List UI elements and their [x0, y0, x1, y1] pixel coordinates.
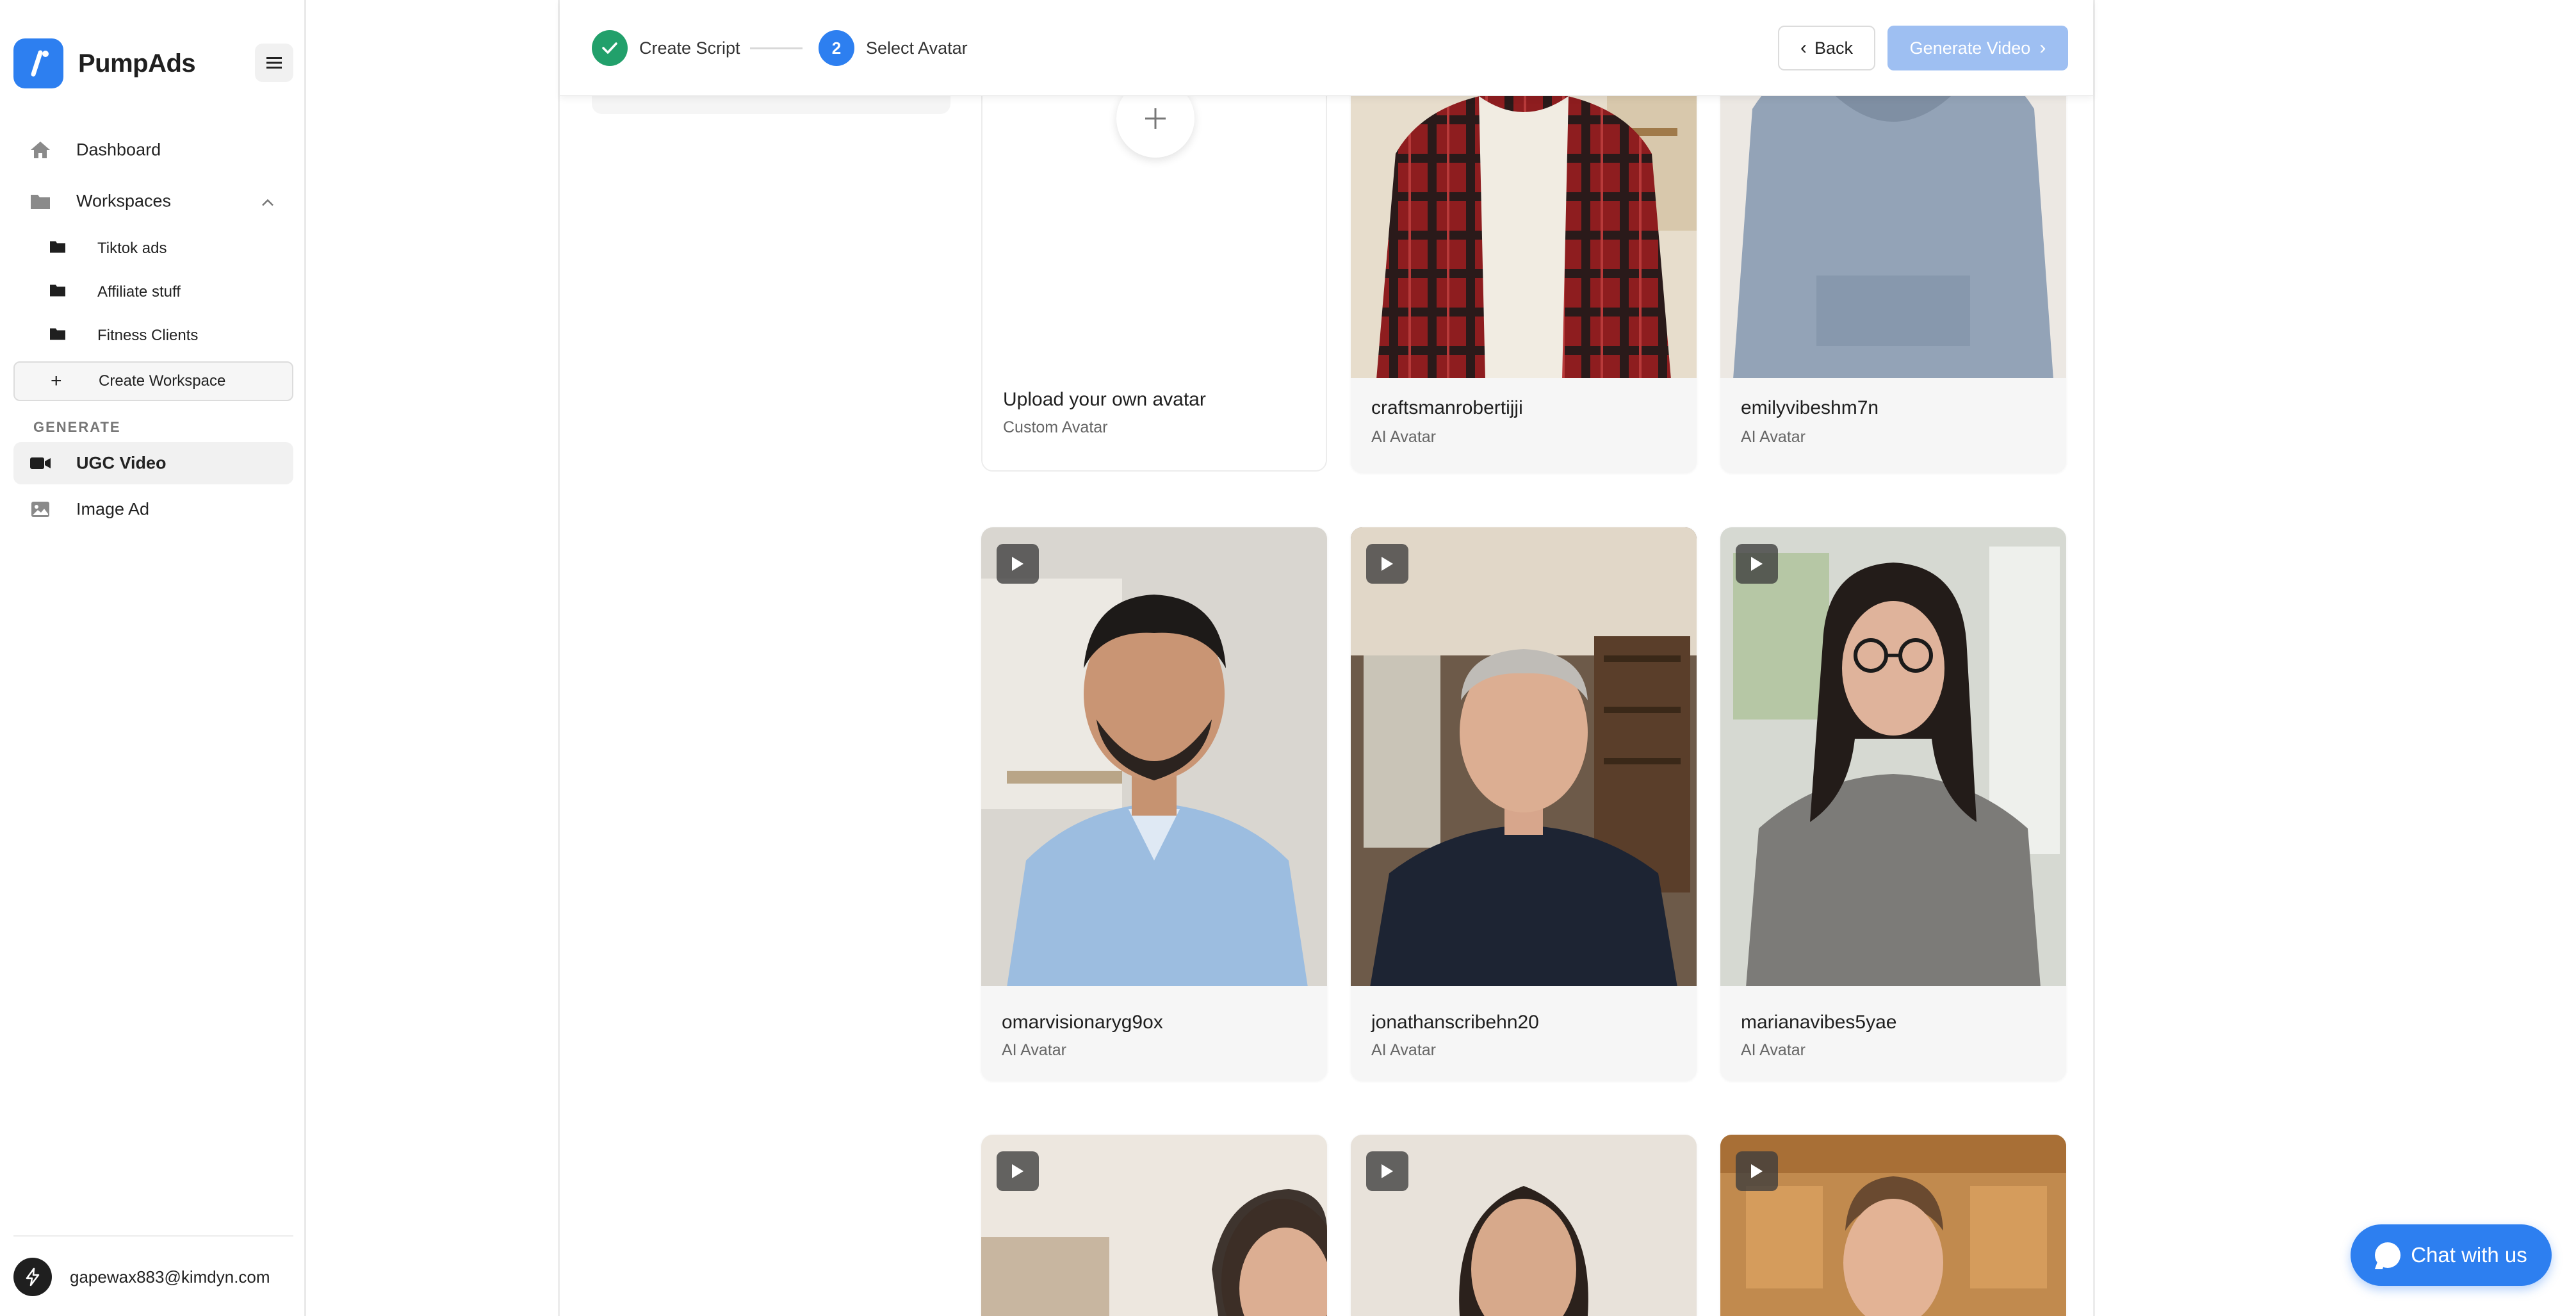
avatar-card[interactable]: marianavibes5yae AI Avatar [1720, 527, 2066, 1081]
avatar-name: marianavibes5yae [1741, 1012, 1897, 1033]
chevron-left-icon: ‹ [1800, 37, 1807, 58]
user-account[interactable]: gapewax883@kimdyn.com [13, 1256, 270, 1298]
chat-bubble-icon [2375, 1242, 2401, 1268]
hamburger-icon [266, 57, 282, 69]
workspace-label: Affiliate stuff [97, 283, 181, 300]
play-icon [1382, 1164, 1393, 1178]
sidebar-item-image-ad[interactable]: Image Ad [13, 488, 293, 531]
avatar-name: craftsmanrobertijji [1371, 397, 1523, 418]
play-button[interactable] [1736, 1151, 1778, 1191]
brand-name: PumpAds [78, 49, 196, 78]
play-icon [1012, 557, 1023, 571]
play-icon [1382, 557, 1393, 571]
folder-icon [49, 240, 66, 258]
folder-icon [49, 283, 66, 302]
avatar-type: AI Avatar [1002, 1041, 1066, 1059]
play-button[interactable] [1366, 1151, 1408, 1191]
sidebar-item-label: UGC Video [76, 453, 167, 473]
home-icon [29, 138, 52, 161]
sidebar-footer-divider [13, 1235, 293, 1237]
plus-icon: + [51, 370, 62, 391]
generate-section-label: GENERATE [33, 419, 121, 435]
folder-icon [49, 327, 66, 345]
sidebar-item-label: Dashboard [76, 140, 161, 160]
step-label: Create Script [639, 38, 740, 58]
brand[interactable]: PumpAds [13, 38, 196, 88]
avatar-thumbnail [981, 527, 1327, 987]
generate-video-button[interactable]: Generate Video › [1887, 26, 2068, 70]
avatar-name: emilyvibeshm7n [1741, 397, 1879, 418]
step-create-script[interactable]: Create Script [592, 30, 740, 66]
chat-label: Chat with us [2411, 1243, 2527, 1267]
play-button[interactable] [1366, 544, 1408, 584]
avatar-thumbnail [1351, 527, 1697, 987]
avatar-thumbnail [1720, 527, 2066, 987]
workspace-item-tiktok-ads[interactable]: Tiktok ads [13, 229, 293, 268]
folder-icon [29, 190, 52, 213]
sidebar-item-workspaces[interactable]: Workspaces [13, 180, 293, 222]
step-select-avatar[interactable]: 2 Select Avatar [819, 30, 968, 66]
workspace-label: Fitness Clients [97, 327, 199, 344]
upload-title: Upload your own avatar [1003, 389, 1206, 410]
create-workspace-label: Create Workspace [99, 372, 226, 390]
play-icon [1751, 1164, 1763, 1178]
avatar-thumbnail [1720, 1135, 2066, 1316]
play-button[interactable] [997, 544, 1039, 584]
sidebar-item-ugc-video[interactable]: UGC Video [13, 442, 293, 484]
avatar-card[interactable]: jonathanscribehn20 AI Avatar [1351, 527, 1697, 1081]
step-connector [750, 47, 803, 49]
back-button[interactable]: ‹ Back [1778, 26, 1875, 70]
avatar-card-meta: craftsmanrobertijji AI Avatar [1351, 378, 1697, 473]
avatar-thumbnail [1351, 1135, 1697, 1316]
avatar-type: AI Avatar [1371, 1041, 1436, 1059]
step-label: Select Avatar [866, 38, 968, 58]
avatar-type: AI Avatar [1741, 1041, 1806, 1059]
play-button[interactable] [1736, 544, 1778, 584]
user-email: gapewax883@kimdyn.com [70, 1267, 270, 1287]
step-number: 2 [819, 30, 854, 66]
avatar-type: AI Avatar [1741, 428, 1806, 446]
avatar-name: omarvisionaryg9ox [1002, 1012, 1163, 1033]
avatar-card-meta: emilyvibeshm7n AI Avatar [1720, 378, 2066, 473]
image-icon [29, 498, 52, 521]
main-panel: Create Script 2 Select Avatar ‹ Back Gen… [558, 0, 2095, 1316]
bolt-avatar-icon [13, 1258, 52, 1296]
play-icon [1751, 557, 1763, 571]
avatar-card-meta: marianavibes5yae AI Avatar [1720, 986, 2066, 1081]
wizard-topbar: Create Script 2 Select Avatar ‹ Back Gen… [560, 0, 2093, 96]
avatar-name: jonathanscribehn20 [1371, 1012, 1539, 1033]
avatar-card-meta: jonathanscribehn20 AI Avatar [1351, 986, 1697, 1081]
workspace-label: Tiktok ads [97, 240, 167, 257]
avatar-card[interactable] [1720, 1135, 2066, 1316]
upload-avatar-card[interactable]: Upload your own avatar Custom Avatar [981, 38, 1327, 472]
chevron-up-icon[interactable] [261, 192, 274, 211]
avatar-thumbnail [981, 1135, 1327, 1316]
chat-with-us-button[interactable]: Chat with us [2351, 1224, 2552, 1286]
pumpads-logo-icon [13, 38, 63, 88]
menu-toggle-button[interactable] [255, 44, 293, 82]
workspace-item-affiliate-stuff[interactable]: Affiliate stuff [13, 273, 293, 311]
video-icon [29, 452, 52, 475]
play-icon [1012, 1164, 1023, 1178]
play-button[interactable] [997, 1151, 1039, 1191]
avatar-card[interactable]: omarvisionaryg9ox AI Avatar [981, 527, 1327, 1081]
check-icon [592, 30, 628, 66]
avatar-card[interactable] [1351, 1135, 1697, 1316]
workspace-item-fitness-clients[interactable]: Fitness Clients [13, 317, 293, 355]
avatar-card-meta: omarvisionaryg9ox AI Avatar [981, 986, 1327, 1081]
upload-subtitle: Custom Avatar [1003, 418, 1108, 436]
sidebar: PumpAds Dashboard Workspaces Tiktok ads [0, 0, 306, 1316]
sidebar-item-label: Image Ad [76, 499, 150, 519]
back-label: Back [1814, 38, 1854, 58]
avatar-type: AI Avatar [1371, 428, 1436, 446]
avatar-card-meta: Upload your own avatar Custom Avatar [982, 389, 1326, 470]
generate-label: Generate Video [1909, 38, 2031, 58]
avatar-card[interactable] [981, 1135, 1327, 1316]
sidebar-item-dashboard[interactable]: Dashboard [13, 129, 293, 171]
sidebar-item-label: Workspaces [76, 191, 172, 211]
chevron-right-icon: › [2039, 37, 2046, 58]
create-workspace-button[interactable]: + Create Workspace [13, 361, 293, 401]
